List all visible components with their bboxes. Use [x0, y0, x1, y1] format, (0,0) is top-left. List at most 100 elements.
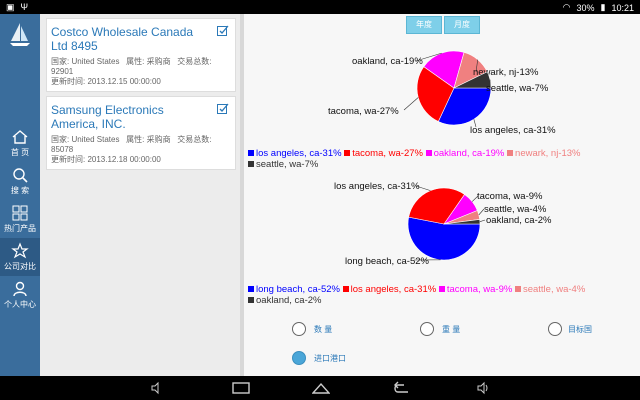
company-total-label: 交易总数: — [177, 57, 212, 66]
search-icon — [13, 168, 28, 183]
sidebar-item-label: 个人中心 — [4, 300, 36, 309]
sidebar-item-label: 搜 索 — [10, 186, 30, 195]
company-total-label: 交易总数: — [177, 135, 212, 144]
pie-leader-line — [403, 97, 419, 111]
sailboat-logo — [10, 23, 30, 46]
pie-slice-label: tacoma, wa-27% — [328, 106, 399, 117]
legend-swatch — [248, 297, 254, 303]
notification-icon: ▣ — [6, 2, 15, 12]
status-bar: ▣ Ψ ◠ 30% ▮ 10:21 — [0, 0, 640, 14]
checkbox-icon[interactable] — [217, 103, 229, 115]
battery-icon: ▮ — [600, 2, 606, 12]
pie-chart-2: long beach, ca-52% los angeles, ca-31% tac… — [334, 181, 552, 267]
company-meta: 国家: United States 属性: 采购商 交易总数: — [51, 135, 231, 145]
company-card[interactable]: Costco Wholesale Canada Ltd 8495 国家: Uni… — [46, 18, 236, 92]
legend-swatch — [248, 161, 254, 167]
pie-slice-label: seattle, wa-7% — [486, 83, 549, 94]
company-attr: 属性: 采购商 — [126, 135, 171, 144]
radio-label-target-country: 目标国 — [568, 325, 592, 334]
legend-label: seattle, wa-4% — [522, 284, 586, 295]
pie-chart-1: los angeles, ca-31% tacoma, wa-27% oakland… — [328, 50, 556, 136]
compare-icon — [11, 242, 29, 259]
company-total: 85078 — [51, 145, 74, 154]
radio-label-quantity: 数 量 — [314, 325, 333, 334]
radio-target-country[interactable] — [548, 322, 562, 336]
pie-slice-label: los angeles, ca-31% — [470, 125, 556, 136]
sidebar: 首 页 搜 索 热门产品 公司对比 个人中心 — [0, 14, 40, 376]
legend-label: newark, nj-13% — [515, 148, 581, 159]
legend-label: oakland, ca-2% — [256, 295, 322, 306]
recent-apps-icon[interactable] — [232, 381, 250, 395]
checkbox-icon[interactable] — [217, 25, 229, 37]
volume-up-icon[interactable] — [476, 381, 490, 395]
legend-item: tacoma, wa-9% — [438, 284, 513, 295]
back-button-icon[interactable] — [392, 381, 410, 395]
radio-label-import-port: 进口港口 — [314, 354, 346, 363]
chart-legend-1: los angeles, ca-31% tacoma, wa-27% oakla… — [248, 148, 638, 170]
pie-slice-label: oakland, ca-2% — [486, 215, 552, 226]
pie-slice-label: seattle, wa-4% — [484, 204, 547, 215]
company-meta: 国家: United States 属性: 采购商 交易总数: — [51, 57, 231, 67]
sidebar-item-label: 热门产品 — [4, 224, 36, 233]
wifi-icon: ◠ — [562, 2, 571, 12]
sidebar-item-home[interactable]: 首 页 — [0, 124, 40, 162]
battery-level: 30% — [576, 2, 595, 13]
radio-quantity[interactable] — [292, 322, 306, 336]
volume-down-icon[interactable] — [150, 381, 164, 395]
radio-import-port[interactable] — [292, 351, 306, 365]
chart-panel: 年度 月度 los angeles, ca-31% tacoma, wa-27% o… — [244, 14, 640, 376]
clock: 10:21 — [611, 2, 634, 13]
grid-icon — [12, 205, 28, 221]
legend-label: long beach, ca-52% — [256, 284, 340, 295]
pie-leader-line — [479, 219, 486, 222]
legend-label: los angeles, ca-31% — [256, 148, 342, 159]
pie-slice-label: long beach, ca-52% — [345, 256, 430, 267]
legend-label: seattle, wa-7% — [256, 159, 319, 170]
legend-label: tacoma, wa-27% — [352, 148, 423, 159]
sidebar-item-label: 首 页 — [10, 148, 30, 157]
legend-item: seattle, wa-4% — [514, 284, 586, 295]
legend-swatch — [507, 150, 514, 156]
company-country: 国家: United States — [51, 135, 120, 144]
legend-swatch — [514, 286, 521, 292]
company-name[interactable]: Costco Wholesale Canada Ltd 8495 — [51, 25, 211, 53]
legend-swatch — [342, 286, 349, 292]
home-icon — [12, 130, 28, 144]
radio-label-weight: 重 量 — [442, 325, 461, 334]
home-button-icon[interactable] — [312, 381, 330, 395]
pie-slice-label: oakland, ca-19% — [352, 56, 423, 67]
legend-item: oakland, ca-2% — [248, 295, 321, 306]
legend-swatch — [425, 150, 432, 156]
company-country: 国家: United States — [51, 57, 120, 66]
chart-legend-2: long beach, ca-52% los angeles, ca-31% t… — [248, 284, 638, 306]
legend-label: los angeles, ca-31% — [350, 284, 437, 295]
company-card[interactable]: Samsung Electronics America, INC. 国家: Un… — [46, 96, 236, 170]
usb-icon: Ψ — [20, 2, 29, 12]
company-updated: 更新时间: 2013.12.15 00:00:00 — [51, 77, 161, 86]
legend-item: seattle, wa-7% — [248, 159, 318, 170]
legend-item: long beach, ca-52% — [248, 284, 340, 295]
radio-weight[interactable] — [420, 322, 434, 336]
pie-slice-label: los angeles, ca-31% — [334, 181, 420, 192]
legend-swatch — [248, 286, 254, 292]
sidebar-item-search[interactable]: 搜 索 — [0, 162, 40, 200]
company-list: Costco Wholesale Canada Ltd 8495 国家: Uni… — [40, 14, 240, 376]
legend-label: tacoma, wa-9% — [446, 284, 513, 295]
sidebar-item-profile[interactable]: 个人中心 — [0, 276, 40, 314]
legend-item: los angeles, ca-31% — [342, 284, 437, 295]
company-attr: 属性: 采购商 — [126, 57, 171, 66]
sidebar-item-hot-products[interactable]: 热门产品 — [0, 200, 40, 238]
legend-label: oakland, ca-19% — [433, 148, 505, 159]
company-name[interactable]: Samsung Electronics America, INC. — [51, 103, 211, 131]
system-nav-bar — [0, 376, 640, 400]
legend-swatch — [438, 286, 445, 292]
legend-item: los angeles, ca-31% — [248, 148, 342, 159]
sidebar-item-company-compare[interactable]: 公司对比 — [0, 238, 40, 276]
pie-slice-label: tacoma, wa-9% — [477, 191, 543, 202]
person-icon — [13, 281, 27, 297]
legend-item: tacoma, wa-27% — [344, 148, 423, 159]
company-total: 92901 — [51, 67, 74, 76]
legend-swatch — [344, 150, 351, 156]
legend-swatch — [248, 150, 254, 156]
company-updated: 更新时间: 2013.12.18 00:00:00 — [51, 155, 161, 164]
